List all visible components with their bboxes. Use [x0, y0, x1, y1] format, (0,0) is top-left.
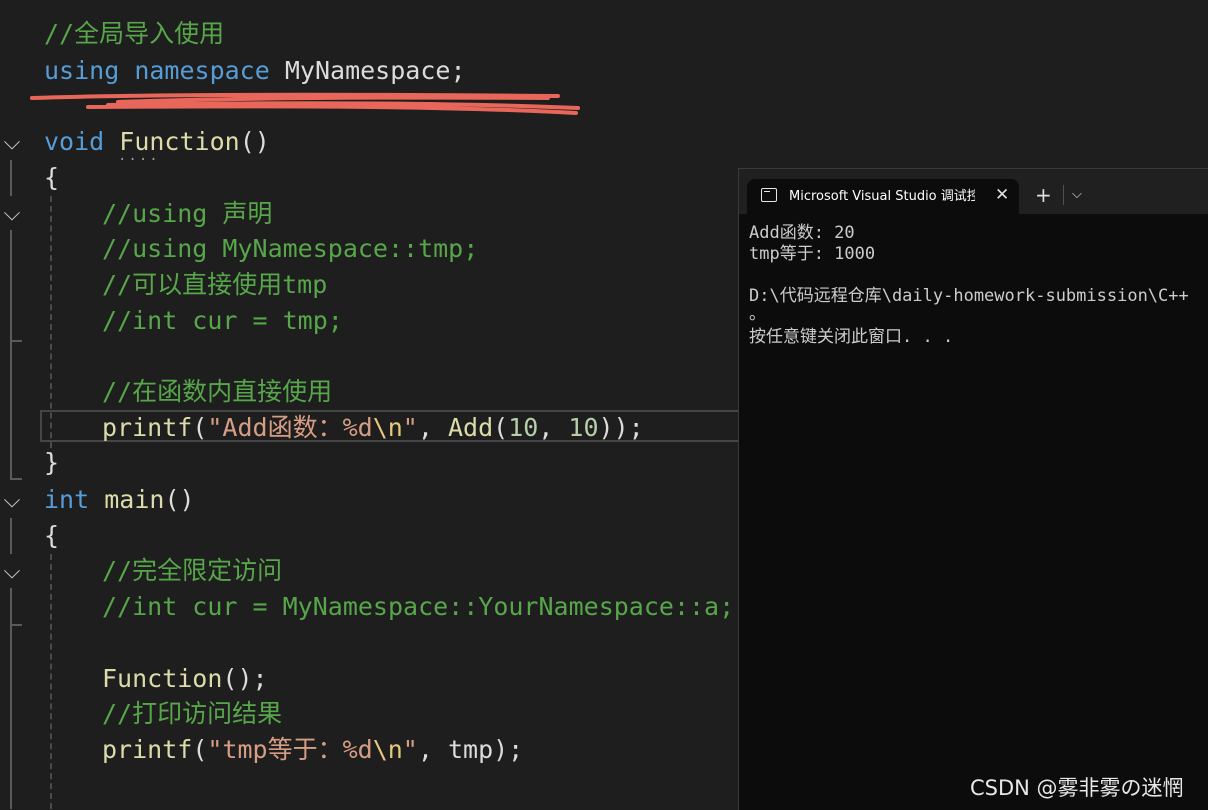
parens: () [239, 127, 270, 156]
string-literal-end: " [402, 735, 418, 764]
console-titlebar[interactable]: Microsoft Visual Studio 调试控制台 ✕ + ⌵ [739, 169, 1208, 214]
fold-guide-line [10, 588, 12, 809]
code-line-close-brace[interactable]: } [44, 446, 59, 480]
keyword-using: using [44, 56, 120, 85]
function-name: Add [447, 413, 494, 442]
variable-name: tmp [447, 735, 494, 764]
tab-title: Microsoft Visual Studio 调试控制台 [789, 189, 975, 204]
console-output-prompt: 按任意键关闭此窗口. . . [749, 327, 954, 347]
code-line-comment[interactable]: //using MyNamespace::tmp; [102, 232, 478, 266]
paren: ( [192, 735, 208, 764]
parens: () [164, 485, 195, 514]
code-line-comment[interactable]: //using 声明 [102, 197, 272, 231]
fold-chevron-icon[interactable]: ⌵ [0, 131, 24, 155]
code-line-open-brace[interactable]: { [44, 161, 59, 195]
call-parens: (); [222, 664, 268, 693]
code-line-main-decl[interactable]: int main() [44, 483, 195, 517]
red-underline-annotation [30, 92, 580, 115]
chevron-down-icon[interactable]: ⌵ [1072, 183, 1082, 207]
fold-chevron-icon[interactable]: ⌵ [0, 560, 24, 584]
comma: , [417, 735, 448, 764]
keyword-int: int [44, 485, 90, 514]
paren: ( [493, 413, 509, 442]
number-literal: 10 [508, 413, 539, 442]
escape-sequence: \n [372, 735, 403, 764]
terminal-icon [761, 188, 777, 202]
console-tab[interactable]: Microsoft Visual Studio 调试控制台 ✕ [747, 179, 1019, 214]
close-parens: ); [493, 735, 524, 764]
semicolon: ; [450, 56, 466, 85]
suggestion-dots-icon[interactable]: ···· [118, 152, 160, 168]
string-literal: "tmp等于：%d [207, 735, 373, 764]
code-line-comment[interactable]: //全局导入使用 [44, 17, 224, 51]
code-line-comment[interactable]: //打印访问结果 [102, 697, 282, 731]
function-name: printf [102, 413, 193, 442]
function-name: Function [102, 664, 223, 693]
code-line-printf-tmp[interactable]: printf("tmp等于：%d\n", tmp); [102, 733, 523, 767]
namespace-name: MyNamespace [284, 56, 451, 85]
code-line-comment[interactable]: //int cur = MyNamespace::YourNamespace::… [102, 590, 734, 624]
fold-guide-tick [10, 478, 22, 480]
code-line-using-namespace[interactable]: using namespace MyNamespace; [44, 54, 466, 88]
console-output-line: 。 [749, 304, 766, 324]
escape-sequence: \n [372, 413, 403, 442]
string-literal-end: " [402, 413, 418, 442]
code-line-comment[interactable]: //在函数内直接使用 [102, 375, 332, 409]
code-line-comment[interactable]: //可以直接使用tmp [102, 268, 327, 302]
fold-guide-line [10, 518, 12, 554]
debug-console-window[interactable]: Microsoft Visual Studio 调试控制台 ✕ + ⌵ Add函… [738, 168, 1208, 810]
close-parens: )); [598, 413, 644, 442]
code-line-open-brace[interactable]: { [44, 519, 59, 553]
fold-chevron-icon[interactable]: ⌵ [0, 489, 24, 513]
keyword-namespace: namespace [134, 56, 270, 85]
code-line-function-call[interactable]: Function(); [102, 662, 268, 696]
code-line-comment[interactable]: //int cur = tmp; [102, 304, 343, 338]
console-output-line: Add函数: 20 [749, 223, 855, 243]
console-output-line: tmp等于: 1000 [749, 244, 876, 264]
close-icon[interactable]: ✕ [995, 184, 1009, 206]
paren: ( [192, 413, 208, 442]
code-line-comment[interactable]: //完全限定访问 [102, 554, 282, 588]
string-literal: "Add函数：%d [207, 413, 373, 442]
indent-guide [50, 554, 52, 809]
watermark: CSDN @雾非雾の迷惘 [970, 776, 1184, 800]
fold-guide-line [10, 160, 12, 196]
keyword-void: void [44, 127, 105, 156]
tab-divider [1063, 185, 1064, 205]
fold-guide-tick [10, 340, 22, 342]
fold-guide-tick [10, 624, 22, 626]
function-name: printf [102, 735, 193, 764]
comma: , [538, 413, 569, 442]
plus-icon[interactable]: + [1035, 183, 1052, 207]
comma: , [417, 413, 448, 442]
code-line-printf-add[interactable]: printf("Add函数：%d\n", Add(10, 10)); [102, 411, 644, 445]
function-name: main [104, 485, 165, 514]
number-literal: 10 [568, 413, 599, 442]
console-output-path: D:\代码远程仓库\daily-homework-submission\C++ [749, 286, 1189, 306]
fold-chevron-icon[interactable]: ⌵ [0, 202, 24, 226]
fold-guide-line [10, 230, 12, 478]
